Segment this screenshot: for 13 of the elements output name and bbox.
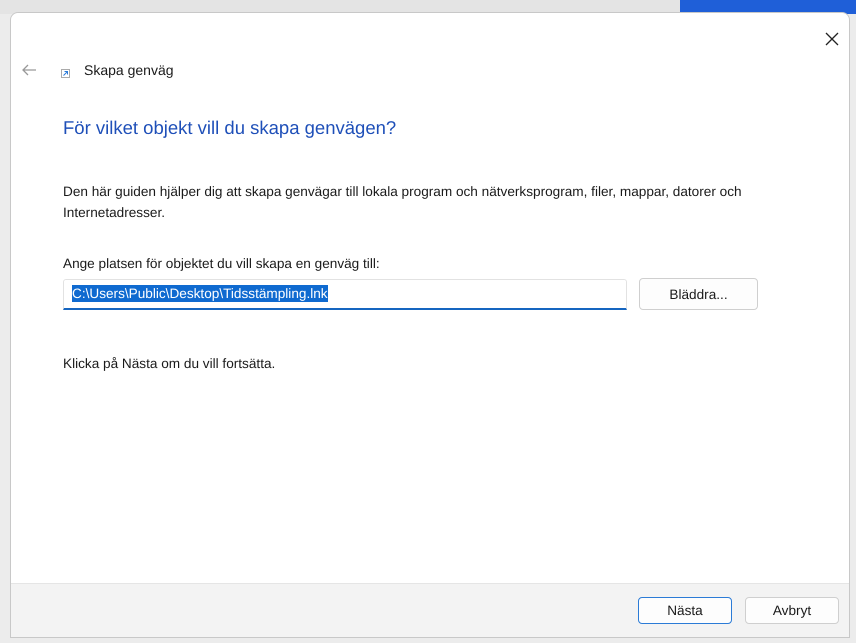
- window-title: Skapa genväg: [84, 62, 174, 78]
- dialog-button[interactable]: Nästa: [638, 597, 732, 624]
- field-label: Ange platsen för objektet du vill skapa en genväg till:: [63, 256, 381, 271]
- description-text: Den här guiden hjälper dig att skapa genvägar till lokala program och nätverksprogram, filer, mappar, datorer och Internetadresser.: [63, 183, 743, 222]
- location-field[interactable]: C:\Users\Public\Desktop\Tidsstämpling.lnk: [63, 278, 627, 310]
- shortcut-icon: [61, 68, 70, 78]
- dialog-button[interactable]: Avbryt: [745, 597, 839, 624]
- back-arrow-icon[interactable]: [21, 64, 37, 76]
- wizard-heading: För vilket objekt vill du skapa genvägen?: [63, 117, 398, 139]
- location-value: C:\Users\Public\Desktop\Tidsstämpling.lnk: [72, 285, 328, 302]
- hint-text: Klicka på Nästa om du vill fortsätta.: [63, 356, 276, 371]
- browse-button[interactable]: Bläddra...: [639, 278, 758, 310]
- close-icon[interactable]: [825, 32, 839, 46]
